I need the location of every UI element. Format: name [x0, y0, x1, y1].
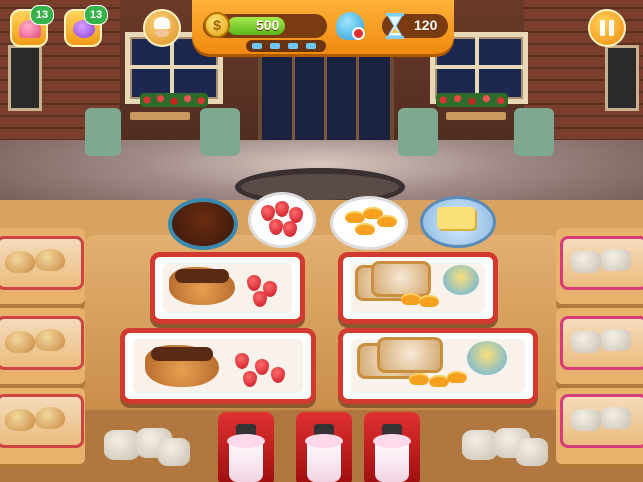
- game-scene: [0, 0, 643, 482]
- croissant-display-2[interactable]: [0, 316, 84, 370]
- milkshake-machine-2[interactable]: [296, 412, 352, 482]
- serving-tray-4[interactable]: [338, 328, 538, 404]
- orange-slices-plate[interactable]: [330, 196, 408, 250]
- booth-seat: [200, 108, 240, 156]
- bread-basket[interactable]: [454, 424, 554, 482]
- level-progress: [246, 40, 326, 52]
- pause-icon: [600, 20, 605, 36]
- booth-seat: [398, 108, 438, 156]
- cafe-table: [446, 112, 506, 120]
- no-entry-badge: [352, 27, 365, 40]
- croissant-display-1[interactable]: [0, 236, 84, 290]
- milkshake-machine-3[interactable]: [364, 412, 420, 482]
- cupcake-boost-button[interactable]: 13: [10, 5, 54, 47]
- time-remaining: 120: [414, 17, 438, 33]
- croissant-display-3[interactable]: [0, 394, 84, 448]
- coin-icon: $: [204, 12, 230, 38]
- chef-button[interactable]: [143, 9, 181, 47]
- chocolate-sauce-station[interactable]: [168, 198, 238, 250]
- candy-boost-count: 13: [84, 5, 108, 25]
- cafe-table: [130, 112, 190, 120]
- booth-seat: [514, 108, 554, 156]
- serving-tray-1[interactable]: [150, 252, 305, 324]
- chef-hat-icon: [154, 17, 170, 29]
- candy-boost-button[interactable]: 13: [64, 5, 108, 47]
- flower-box-left: [140, 93, 208, 107]
- serving-tray-2[interactable]: [120, 328, 316, 404]
- croissant-basket[interactable]: [96, 424, 196, 482]
- cupcake-boost-count: 13: [30, 5, 54, 25]
- bread-display-1[interactable]: [560, 236, 643, 290]
- bread-display-2[interactable]: [560, 316, 643, 370]
- booth-seat: [85, 108, 121, 156]
- wall-picture-right: [605, 45, 639, 111]
- bread-display-3[interactable]: [560, 394, 643, 448]
- butter-plate[interactable]: [420, 196, 496, 248]
- strawberry-bowl[interactable]: [248, 192, 316, 248]
- pause-button[interactable]: [588, 9, 626, 47]
- serving-tray-3[interactable]: [338, 252, 498, 324]
- coin-count: 500: [256, 17, 280, 33]
- flower-box-right: [436, 93, 508, 107]
- hourglass-icon: [386, 13, 404, 39]
- wall-picture-left: [8, 45, 42, 111]
- milkshake-machine-1[interactable]: [218, 412, 274, 482]
